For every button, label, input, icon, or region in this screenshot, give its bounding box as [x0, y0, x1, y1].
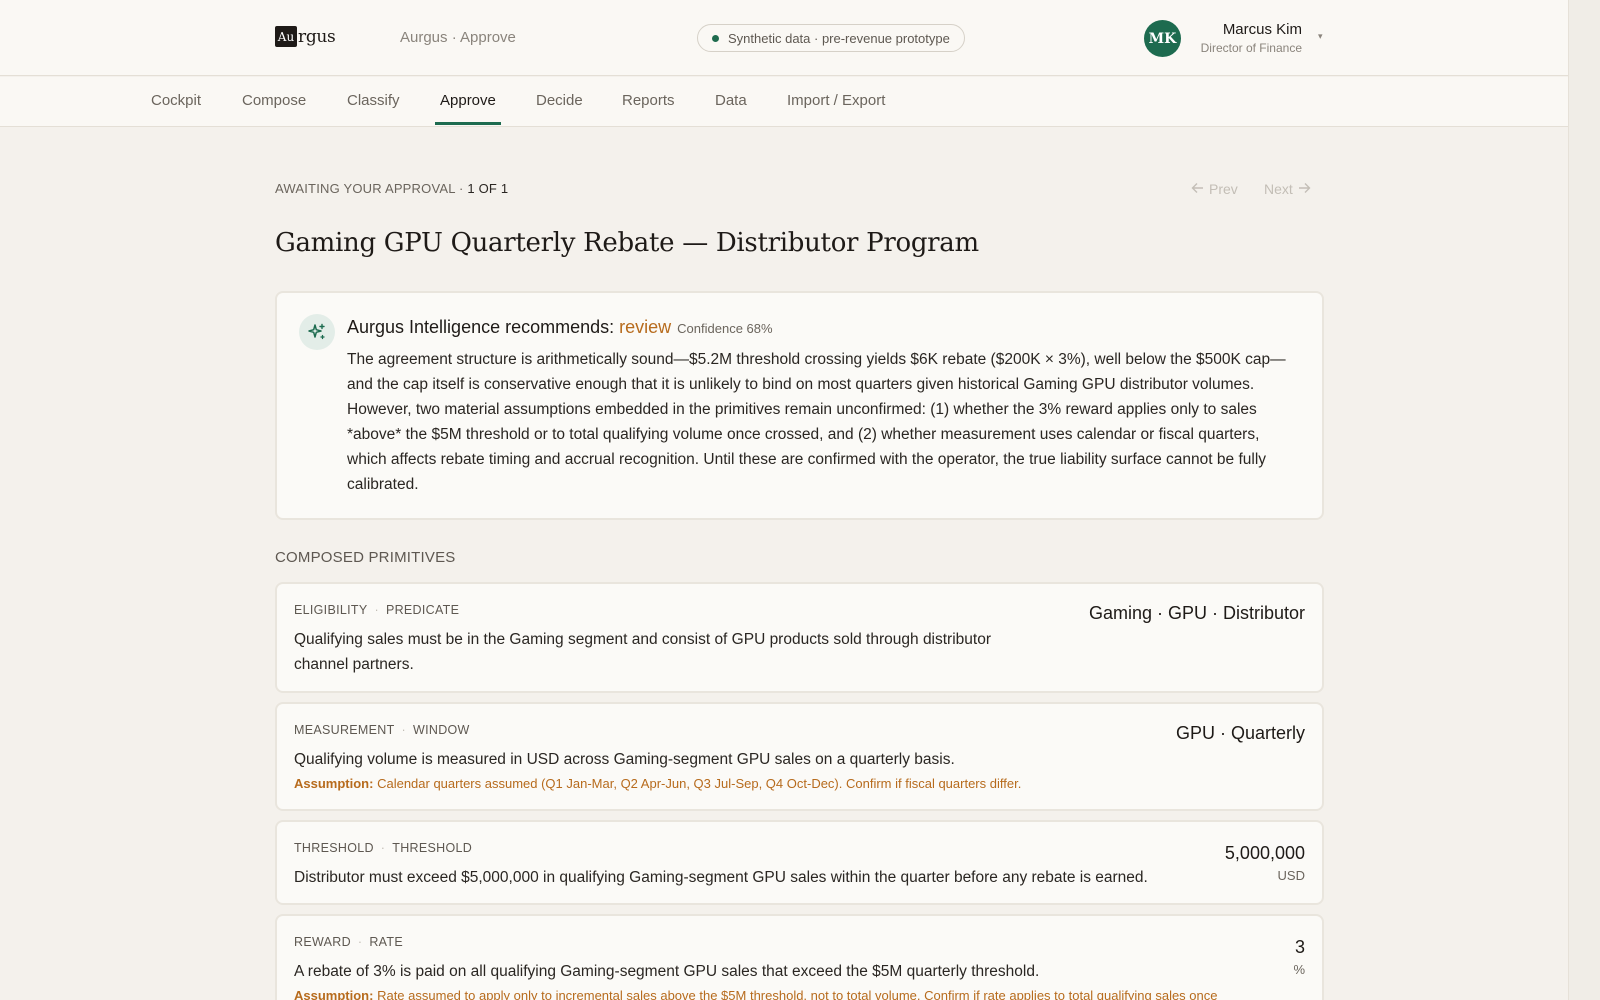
- next-button[interactable]: Next: [1264, 181, 1311, 197]
- tab-decide[interactable]: Decide: [536, 77, 583, 127]
- recommendation-lead: Aurgus Intelligence recommends:: [347, 317, 620, 337]
- primitive-value: GPU · Quarterly: [1175, 723, 1305, 743]
- primitive-description: Qualifying volume is measured in USD acr…: [294, 751, 955, 768]
- next-label: Next: [1264, 181, 1293, 197]
- assumption-text: Rate assumed to apply only to incrementa…: [377, 988, 1218, 1000]
- prev-label: Prev: [1209, 181, 1238, 197]
- primitive-type: RATE: [369, 935, 403, 949]
- primitive-card-eligibility: ELIGIBILITY · PREDICATE Qualifying sales m…: [275, 582, 1324, 693]
- primitive-card-threshold: THRESHOLD · THRESHOLD Distributor must exc…: [275, 820, 1324, 905]
- recommendation-verdict: review: [619, 317, 672, 337]
- primitive-tag: REWARD · RATE: [294, 935, 403, 949]
- primitive-unit: %: [1293, 962, 1305, 977]
- status-dot-icon: [712, 34, 719, 42]
- synthetic-data-badge-text: Synthetic data · pre-revenue prototype: [728, 30, 950, 46]
- tag-separator: ·: [357, 935, 363, 949]
- page-title: Gaming GPU Quarterly Rebate — Distributo…: [275, 228, 979, 258]
- tab-classify[interactable]: Classify: [347, 77, 400, 127]
- primitive-description: Distributor must exceed $5,000,000 in qu…: [294, 869, 1148, 886]
- tab-data[interactable]: Data: [715, 77, 747, 127]
- scrollbar-track[interactable]: [1568, 0, 1600, 1000]
- logo-mark: Au: [275, 26, 297, 47]
- primitive-card-reward: REWARD · RATE A rebate of 3% is paid on al…: [275, 914, 1324, 1000]
- confidence-label: Confidence 68%: [677, 321, 773, 336]
- logo-wordmark: rgus: [298, 26, 336, 47]
- tag-separator: ·: [380, 841, 386, 855]
- approval-queue-label: AWAITING YOUR APPROVAL ·: [275, 181, 468, 196]
- primitive-unit: USD: [1277, 868, 1305, 883]
- primitive-card-measurement: MEASUREMENT · WINDOW Qualifying volume is …: [275, 702, 1324, 811]
- top-header: Au rgus Aurgus · Approve Synthetic data …: [0, 0, 1568, 76]
- approval-queue-status: AWAITING YOUR APPROVAL · 1 OF 1: [275, 181, 508, 196]
- primitive-assumption: Assumption: Rate assumed to apply only t…: [294, 988, 1217, 1000]
- tab-reports[interactable]: Reports: [622, 77, 675, 127]
- primitive-tag: THRESHOLD · THRESHOLD: [294, 841, 472, 855]
- user-role: Director of Finance: [1200, 41, 1302, 55]
- approval-queue-count: 1 OF 1: [467, 181, 509, 196]
- sparkle-icon: [299, 314, 335, 350]
- primitive-type: THRESHOLD: [392, 841, 473, 855]
- arrow-right-icon: [1298, 181, 1311, 197]
- main-nav: Cockpit Compose Classify Approve Decide …: [0, 77, 1568, 127]
- primitive-type: PREDICATE: [385, 603, 460, 617]
- prev-button[interactable]: Prev: [1191, 181, 1238, 197]
- primitive-type: WINDOW: [413, 723, 470, 737]
- primitive-assumption: Assumption: Calendar quarters assumed (Q…: [294, 776, 1021, 791]
- tab-import-export[interactable]: Import / Export: [787, 77, 885, 127]
- primitive-value: 5,000,000: [1224, 843, 1305, 863]
- assumption-text: Calendar quarters assumed (Q1 Jan-Mar, Q…: [377, 776, 1022, 791]
- arrow-left-icon: [1191, 181, 1204, 197]
- primitive-kind: THRESHOLD: [294, 841, 374, 855]
- primitive-value: 3: [1294, 937, 1305, 957]
- primitive-description: Qualifying sales must be in the Gaming s…: [294, 631, 991, 673]
- assumption-label: Assumption:: [294, 988, 374, 1000]
- assumption-label: Assumption:: [294, 776, 374, 791]
- tab-approve[interactable]: Approve: [440, 77, 496, 127]
- primitive-value: Gaming · GPU · Distributor: [1088, 603, 1305, 623]
- active-tab-indicator: [435, 122, 501, 125]
- recommendation-heading: Aurgus Intelligence recommends: review Co…: [347, 317, 773, 338]
- recommendation-body: The agreement structure is arithmeticall…: [347, 351, 1286, 493]
- app-logo[interactable]: Au rgus: [275, 26, 336, 47]
- primitive-description: A rebate of 3% is paid on all qualifying…: [294, 963, 1040, 980]
- user-name[interactable]: Marcus Kim: [1160, 21, 1302, 38]
- primitive-kind: REWARD: [294, 935, 351, 949]
- tab-compose[interactable]: Compose: [242, 77, 306, 127]
- chevron-down-icon[interactable]: ▾: [1318, 31, 1323, 42]
- tag-separator: ·: [374, 603, 379, 617]
- primitive-tag: MEASUREMENT · WINDOW: [294, 723, 470, 737]
- recommendation-card: Aurgus Intelligence recommends: review Co…: [275, 291, 1324, 520]
- primitive-kind: ELIGIBILITY: [294, 603, 368, 617]
- synthetic-data-badge: Synthetic data · pre-revenue prototype: [697, 24, 965, 52]
- primitive-tag: ELIGIBILITY · PREDICATE: [294, 603, 459, 617]
- tab-cockpit[interactable]: Cockpit: [151, 77, 201, 127]
- section-heading: COMPOSED PRIMITIVES: [275, 549, 456, 566]
- tag-separator: ·: [401, 723, 406, 737]
- app-name: Aurgus · Approve: [400, 29, 516, 46]
- primitive-kind: MEASUREMENT: [294, 723, 395, 737]
